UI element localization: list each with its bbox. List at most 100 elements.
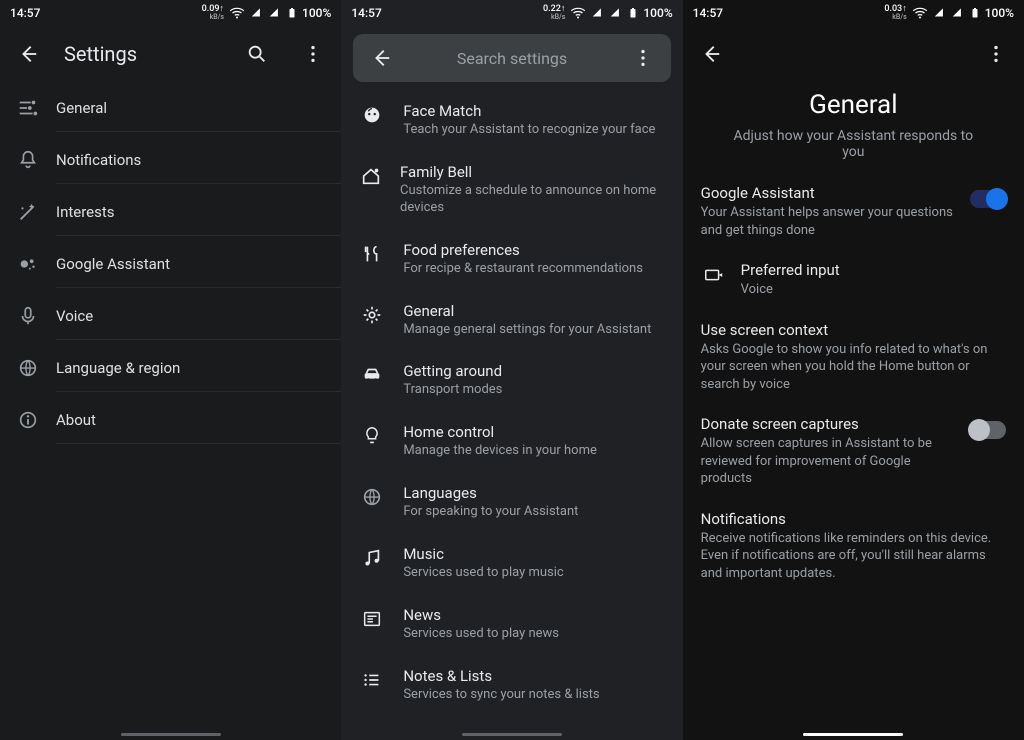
signal-icon [591,6,605,20]
phone-settings: 14:57 0.09↑kB/s 100% Settings GeneralNot… [0,0,341,740]
status-bar: 14:57 0.03↑kB/s 100% [683,0,1024,26]
settings-item-interests[interactable]: Interests [0,186,341,238]
overflow-button[interactable] [623,38,663,78]
item-subtitle: Manage general settings for your Assista… [403,322,651,339]
item-title: Languages [403,484,578,502]
toolbar: Settings [0,26,341,82]
battery-pct: 100% [302,6,331,20]
item-title: Family Bell [400,163,665,181]
bell-icon [17,149,39,171]
search-icon [246,43,268,65]
info-icon [17,409,39,431]
item-title: Notifications [701,510,1006,528]
item-subtitle: For speaking to your Assistant [403,504,578,521]
settings-item-about[interactable]: About [0,394,341,446]
nav-handle[interactable] [803,733,903,736]
general-item-google-assistant[interactable]: Google AssistantYour Assistant helps ans… [683,174,1024,251]
item-title: Food preferences [403,241,643,259]
settings-item-label: General [56,85,341,132]
nav-handle[interactable] [121,733,221,736]
general-item-preferred-input[interactable]: Preferred inputVoice [683,251,1024,311]
item-title: Face Match [403,102,655,120]
battery-pct: 100% [985,6,1014,20]
settings-item-general[interactable]: General [0,82,341,134]
phone-assistant-settings: 14:57 0.22↑kB/s 100% Search settings Fac… [341,0,682,740]
news-icon [361,608,383,630]
nav-handle[interactable] [462,733,562,736]
page-subtitle: Adjust how your Assistant responds to yo… [683,120,1024,174]
item-title: General [403,302,651,320]
signal-icon [250,6,264,20]
gear-icon [361,304,383,326]
assistant-item-general[interactable]: General Manage general settings for your … [341,290,682,351]
search-bar[interactable]: Search settings [353,34,670,82]
wifi-icon [569,4,587,22]
general-item-notifications[interactable]: Notifications Receive notifications like … [683,500,1024,595]
item-title: Preferred input [741,261,1006,279]
settings-item-label: Interests [56,189,341,236]
settings-item-label: About [56,397,341,444]
settings-item-google-assistant[interactable]: Google Assistant [0,238,341,290]
assistant-item-notes-lists[interactable]: Notes & ListsServices to sync your notes… [341,655,682,716]
assistant-item-languages[interactable]: Languages For speaking to your Assistant [341,472,682,533]
battery-icon [627,5,639,21]
item-subtitle: Manage the devices in your home [403,443,597,460]
mic-icon [17,305,39,327]
item-title: Music [403,545,563,563]
globe-icon [17,357,39,379]
homebell-icon [360,165,382,187]
tune-icon [17,97,39,119]
toggle-switch[interactable] [970,421,1006,439]
settings-list: General Notifications Interests Google Assi… [0,82,341,446]
assistant-item-news[interactable]: News Services used to play news [341,594,682,655]
item-subtitle: Services used to play news [403,626,559,643]
back-button[interactable] [8,34,48,74]
item-title: News [403,606,559,624]
page-title: Settings [64,42,137,66]
overflow-button[interactable] [293,34,333,74]
assistant-item-getting-around[interactable]: Getting aroundTransport modes [341,350,682,411]
battery-icon [286,5,298,21]
general-list: Google AssistantYour Assistant helps ans… [683,174,1024,595]
settings-item-voice[interactable]: Voice [0,290,341,342]
general-item-use-screen-context[interactable]: Use screen context Asks Google to show yo… [683,311,1024,406]
general-item-donate-screen-captures[interactable]: Donate screen captures Allow screen captu… [683,405,1024,500]
item-title: Notes & Lists [403,667,599,685]
status-time: 14:57 [351,6,381,20]
toggle-switch[interactable] [970,190,1006,208]
settings-item-label: Notifications [56,137,341,184]
car-icon [361,364,383,386]
assistant-icon [17,253,39,275]
back-button[interactable] [361,38,401,78]
item-title: Google Assistant [701,184,956,202]
search-placeholder: Search settings [401,49,622,68]
assistant-item-music[interactable]: MusicServices used to play music [341,533,682,594]
status-time: 14:57 [693,6,723,20]
settings-item-notifications[interactable]: Notifications [0,134,341,186]
back-icon [370,47,392,69]
back-button[interactable] [691,34,731,74]
item-subtitle: Teach your Assistant to recognize your f… [403,122,655,139]
settings-item-language-region[interactable]: Language & region [0,342,341,394]
page-title: General [683,90,1024,120]
overflow-button[interactable] [976,34,1016,74]
item-title: Use screen context [701,321,1006,339]
settings-item-label: Google Assistant [56,241,341,288]
status-bar: 14:57 0.22↑kB/s 100% [341,0,682,26]
back-icon [700,43,722,65]
search-button[interactable] [237,34,277,74]
assistant-item-home-control[interactable]: Home controlManage the devices in your h… [341,411,682,472]
item-title: Donate screen captures [701,415,956,433]
face-icon [361,104,383,126]
item-subtitle: Allow screen captures in Assistant to be… [701,435,956,488]
assistant-item-family-bell[interactable]: Family BellCustomize a schedule to annou… [341,151,682,229]
assistant-item-face-match[interactable]: Face Match Teach your Assistant to recogn… [341,90,682,151]
item-subtitle: Asks Google to show you info related to … [701,341,1006,394]
signal-icon [609,6,623,20]
item-subtitle: Transport modes [403,382,502,399]
status-time: 14:57 [10,6,40,20]
wifi-icon [911,4,929,22]
assistant-item-food-preferences[interactable]: Food preferencesFor recipe & restaurant … [341,229,682,290]
globe-icon [361,486,383,508]
item-subtitle: Receive notifications like reminders on … [701,530,1006,583]
